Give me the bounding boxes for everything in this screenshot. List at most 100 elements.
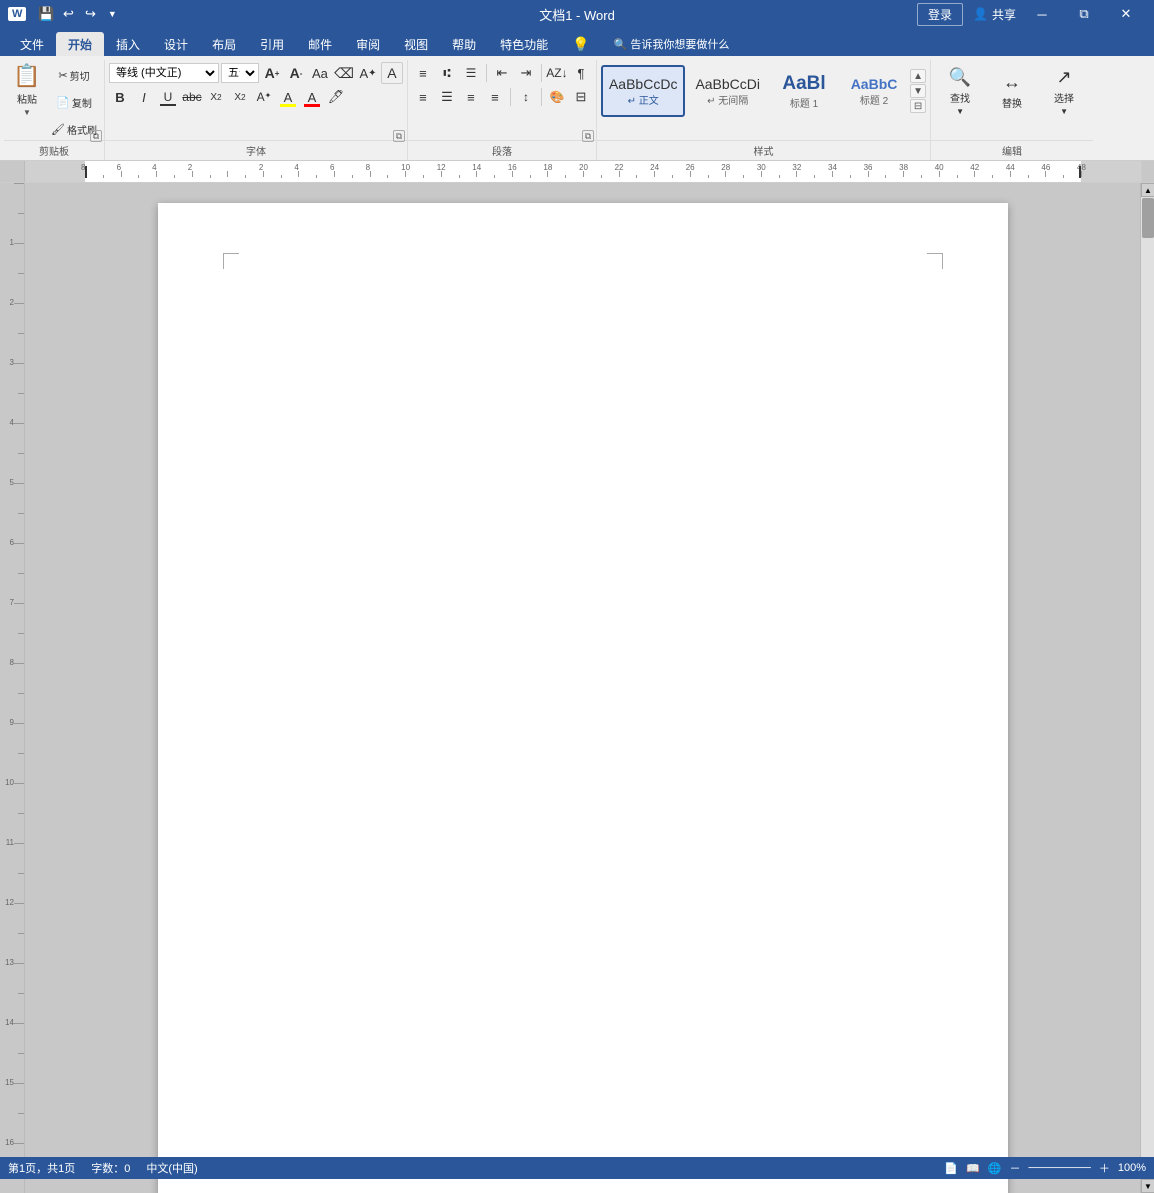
tab-home[interactable]: 开始 <box>56 32 104 56</box>
document-page[interactable] <box>158 203 1008 1193</box>
copy-button[interactable]: 📄 复制 <box>48 89 100 115</box>
ruler-margin-left <box>25 161 85 182</box>
zoom-in-btn[interactable]: ＋ <box>1099 1160 1110 1176</box>
paste-label: 粘贴 <box>17 91 37 106</box>
text-effect-btn[interactable]: A✦ <box>253 86 275 108</box>
font-color-btn[interactable]: A <box>301 86 323 108</box>
find-label: 查找 <box>950 90 970 105</box>
style-heading1[interactable]: AaBl 标题 1 <box>770 65 838 117</box>
tab-special[interactable]: 特色功能 <box>488 32 560 56</box>
style-no-spacing[interactable]: AaBbCcDi ↵ 无间隔 <box>687 65 768 117</box>
close-button[interactable]: ✕ <box>1106 0 1146 28</box>
page-content-area[interactable] <box>248 283 918 1183</box>
view-web-icon[interactable]: 🌐 <box>988 1162 1002 1175</box>
subscript-btn[interactable]: X2 <box>205 86 227 108</box>
vertical-scrollbar[interactable]: ▲ ▼ <box>1140 183 1154 1193</box>
select-button[interactable]: ↗ 选择 ▼ <box>1039 65 1089 117</box>
styles-scroll-more[interactable]: ⊟ <box>910 99 926 113</box>
font-shading-btn[interactable]: 🖊 <box>325 86 347 108</box>
login-button[interactable]: 登录 <box>917 3 963 26</box>
font-A-outline-btn[interactable]: A <box>381 62 403 84</box>
font-expand-btn[interactable]: ⧉ <box>393 130 405 142</box>
share-button[interactable]: 👤 共享 <box>973 6 1016 23</box>
underline-btn[interactable]: U <box>157 86 179 108</box>
ruler-left-margin-handle[interactable] <box>85 166 87 178</box>
restore-button[interactable]: ⧉ <box>1064 0 1104 28</box>
tab-view[interactable]: 视图 <box>392 32 440 56</box>
show-marks-btn[interactable]: ¶ <box>570 62 592 84</box>
justify-btn[interactable]: ≡ <box>484 86 506 108</box>
scroll-thumb[interactable] <box>1142 198 1154 238</box>
zoom-slider[interactable]: ──────── <box>1029 1162 1091 1174</box>
grow-font-btn[interactable]: A+ <box>261 62 283 84</box>
shrink-font-btn[interactable]: A- <box>285 62 307 84</box>
undo-quick-btn[interactable]: ↩ <box>58 4 78 24</box>
customize-quick-btn[interactable]: ▼ <box>102 4 122 24</box>
multilevel-btn[interactable]: ☰ <box>460 62 482 84</box>
borders-btn[interactable]: ⊟ <box>570 86 592 108</box>
style-heading2[interactable]: AaBbC 标题 2 <box>840 65 908 117</box>
shading-para-btn[interactable]: 🎨 <box>546 86 568 108</box>
paste-button[interactable]: 📋 粘贴 ▼ <box>8 62 46 118</box>
wand-sparkle: ✦ <box>368 68 376 79</box>
styles-scroll-down[interactable]: ▼ <box>910 84 926 98</box>
increase-indent-btn[interactable]: ⇥ <box>515 62 537 84</box>
bold-btn[interactable]: B <box>109 86 131 108</box>
ruler-left-spacer <box>0 161 25 182</box>
clipboard-expand-btn[interactable]: ⧉ <box>90 130 102 142</box>
superscript-btn[interactable]: X2 <box>229 86 251 108</box>
decrease-indent-btn[interactable]: ⇤ <box>491 62 513 84</box>
align-right-btn[interactable]: ≡ <box>460 86 482 108</box>
cut-button[interactable]: ✂ 剪切 <box>48 62 100 88</box>
font-name-select[interactable]: 等线 (中文正) <box>109 63 219 83</box>
find-dropdown[interactable]: ▼ <box>956 107 964 116</box>
italic-btn[interactable]: I <box>133 86 155 108</box>
tab-references[interactable]: 引用 <box>248 32 296 56</box>
save-quick-btn[interactable]: 💾 <box>36 4 56 24</box>
ribbon-toolbar: 📋 粘贴 ▼ ✂ 剪切 📄 复制 🖌 格式刷 <box>0 56 1154 161</box>
tab-review[interactable]: 审阅 <box>344 32 392 56</box>
tab-layout[interactable]: 布局 <box>200 32 248 56</box>
minimize-button[interactable]: ─ <box>1022 0 1062 28</box>
tab-mail[interactable]: 邮件 <box>296 32 344 56</box>
tab-search[interactable]: 🔍 告诉我你想要做什么 <box>602 32 742 56</box>
align-center-btn[interactable]: ☰ <box>436 86 458 108</box>
tab-file[interactable]: 文件 <box>8 32 56 56</box>
para-sep-1 <box>486 64 487 82</box>
page-corner-tr <box>927 253 943 269</box>
redo-quick-btn[interactable]: ↪ <box>80 4 100 24</box>
highlight-btn[interactable]: A <box>277 86 299 108</box>
tab-insert[interactable]: 插入 <box>104 32 152 56</box>
align-left-btn[interactable]: ≡ <box>412 86 434 108</box>
strikethrough-btn[interactable]: abc <box>181 86 203 108</box>
style-normal[interactable]: AaBbCcDc ↵ 正文 <box>601 65 685 117</box>
font-size-select[interactable]: 五号 <box>221 63 259 83</box>
ruler-right-margin-handle[interactable] <box>1079 166 1081 178</box>
style-normal-label: ↵ 正文 <box>628 92 659 107</box>
paragraph-expand-btn[interactable]: ⧉ <box>582 130 594 142</box>
scroll-track[interactable] <box>1141 197 1154 1179</box>
zoom-out-btn[interactable]: － <box>1010 1160 1021 1176</box>
view-read-icon[interactable]: 📖 <box>966 1162 980 1175</box>
view-print-icon[interactable]: 📄 <box>944 1162 958 1175</box>
find-button[interactable]: 🔍 查找 ▼ <box>935 65 985 117</box>
scroll-up-btn[interactable]: ▲ <box>1141 183 1154 197</box>
change-case-btn[interactable]: Aa <box>309 62 331 84</box>
line-spacing-btn[interactable]: ↕ <box>515 86 537 108</box>
tab-design[interactable]: 设计 <box>152 32 200 56</box>
tab-lamp[interactable]: 💡 <box>560 32 601 56</box>
select-icon: ↗ <box>1056 67 1071 88</box>
scroll-down-btn[interactable]: ▼ <box>1141 1179 1154 1193</box>
clear-format-btn[interactable]: ⌫ <box>333 62 355 84</box>
numbering-btn[interactable]: ⑆ <box>436 62 458 84</box>
sort-btn[interactable]: AZ↓ <box>546 62 568 84</box>
ruler-margin-right <box>1081 161 1141 182</box>
font-color-wand-btn[interactable]: A ✦ <box>357 62 379 84</box>
replace-button[interactable]: ↔ 替换 <box>987 65 1037 117</box>
document-area[interactable] <box>25 183 1140 1193</box>
bullets-btn[interactable]: ≡ <box>412 62 434 84</box>
paste-dropdown-icon[interactable]: ▼ <box>23 108 31 117</box>
styles-scroll-up[interactable]: ▲ <box>910 69 926 83</box>
select-dropdown[interactable]: ▼ <box>1060 107 1068 116</box>
tab-help[interactable]: 帮助 <box>440 32 488 56</box>
